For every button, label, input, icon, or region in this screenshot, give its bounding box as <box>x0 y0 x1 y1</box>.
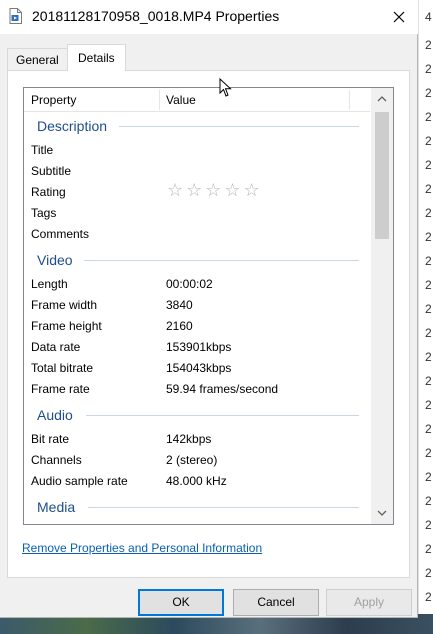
properties-dialog: 20181128170958_0018.MP4 Properties Gener… <box>0 0 418 618</box>
list-header: Property Value <box>24 88 370 112</box>
column-header-value[interactable]: Value <box>166 93 196 107</box>
background-char: 2 <box>425 518 432 532</box>
background-char: 4 <box>425 10 432 24</box>
background-char: 2 <box>425 86 432 100</box>
rating-stars[interactable]: ☆☆☆☆☆ <box>167 180 263 201</box>
close-button[interactable] <box>382 0 416 34</box>
background-char: 2 <box>425 590 432 604</box>
value-frame-width: 3840 <box>166 298 193 312</box>
background-char: 2 <box>425 230 432 244</box>
property-subtitle[interactable]: Subtitle <box>31 164 71 178</box>
property-comments[interactable]: Comments <box>31 227 89 241</box>
vertical-scrollbar[interactable] <box>371 88 393 524</box>
property-audio-sample-rate: Audio sample rate <box>31 474 128 488</box>
properties-list[interactable]: Property Value Description Title Subtitl… <box>23 87 394 525</box>
background-char: 2 <box>425 398 432 412</box>
value-frame-rate: 59.94 frames/second <box>166 382 279 396</box>
window-title: 20181128170958_0018.MP4 Properties <box>32 8 280 24</box>
section-heading-description: Description <box>37 118 108 134</box>
background-char: 2 <box>425 446 432 460</box>
title-bar[interactable]: 20181128170958_0018.MP4 Properties <box>0 0 418 34</box>
value-total-bitrate: 154043kbps <box>166 361 232 375</box>
tab-general[interactable]: General <box>7 48 68 70</box>
background-char: 2 <box>425 254 432 268</box>
section-divider <box>119 126 359 127</box>
background-char: 2 <box>425 422 432 436</box>
ok-button[interactable]: OK <box>138 589 224 616</box>
section-divider <box>84 260 359 261</box>
property-tags[interactable]: Tags <box>31 206 56 220</box>
background-char: 2 <box>425 206 432 220</box>
background-char: 2 <box>425 38 432 52</box>
background-char: 2 <box>425 278 432 292</box>
section-heading-video: Video <box>37 252 73 268</box>
remove-properties-link[interactable]: Remove Properties and Personal Informati… <box>22 541 262 555</box>
background-char: 2 <box>425 302 432 316</box>
background-char: 2 <box>425 494 432 508</box>
value-bit-rate: 142kbps <box>166 432 212 446</box>
background-char: 2 <box>425 62 432 76</box>
apply-button[interactable]: Apply <box>326 589 412 616</box>
property-title[interactable]: Title <box>31 143 53 157</box>
background-char: 2 <box>425 374 432 388</box>
value-frame-height: 2160 <box>166 319 193 333</box>
scrollbar-thumb[interactable] <box>375 112 389 239</box>
background-char: 2 <box>425 134 432 148</box>
close-icon <box>393 11 405 23</box>
column-header-property[interactable]: Property <box>31 93 76 107</box>
section-heading-media: Media <box>37 499 76 515</box>
chevron-up-icon <box>377 96 387 102</box>
column-divider[interactable] <box>349 90 350 110</box>
value-audio-sample-rate: 48.000 kHz <box>166 474 227 488</box>
column-divider[interactable] <box>159 90 160 110</box>
property-frame-width: Frame width <box>31 298 98 312</box>
section-divider <box>88 507 359 508</box>
property-channels: Channels <box>31 453 82 467</box>
background-window-strip: 4 2 2 2 2 2 2 2 2 2 2 2 2 2 2 2 2 2 2 2 … <box>418 0 433 634</box>
property-total-bitrate: Total bitrate <box>31 361 94 375</box>
cancel-button[interactable]: Cancel <box>233 589 319 616</box>
background-char: 2 <box>425 542 432 556</box>
property-frame-rate: Frame rate <box>31 382 90 396</box>
background-char: 2 <box>425 182 432 196</box>
tab-details[interactable]: Details <box>67 44 126 71</box>
section-divider <box>86 415 359 416</box>
background-char: 2 <box>425 326 432 340</box>
details-tab-panel: Property Value Description Title Subtitl… <box>7 70 410 578</box>
property-rating[interactable]: Rating <box>31 185 66 199</box>
file-icon <box>9 8 22 24</box>
mouse-cursor-icon <box>219 78 232 97</box>
value-length: 00:00:02 <box>166 277 213 291</box>
background-char: 2 <box>425 158 432 172</box>
star-icon[interactable]: ☆☆☆☆☆ <box>167 180 263 200</box>
background-char: 2 <box>425 110 432 124</box>
chevron-down-icon <box>377 510 387 516</box>
property-bit-rate: Bit rate <box>31 432 70 446</box>
value-data-rate: 153901kbps <box>166 340 232 354</box>
value-channels: 2 (stereo) <box>166 453 218 467</box>
property-length: Length <box>31 277 68 291</box>
section-heading-audio: Audio <box>37 407 73 423</box>
scroll-down-button[interactable] <box>371 504 393 522</box>
background-char: 2 <box>425 350 432 364</box>
background-char: 2 <box>425 470 432 484</box>
property-frame-height: Frame height <box>31 319 102 333</box>
property-data-rate: Data rate <box>31 340 81 354</box>
background-char: 2 <box>425 566 432 580</box>
scroll-up-button[interactable] <box>371 90 393 108</box>
